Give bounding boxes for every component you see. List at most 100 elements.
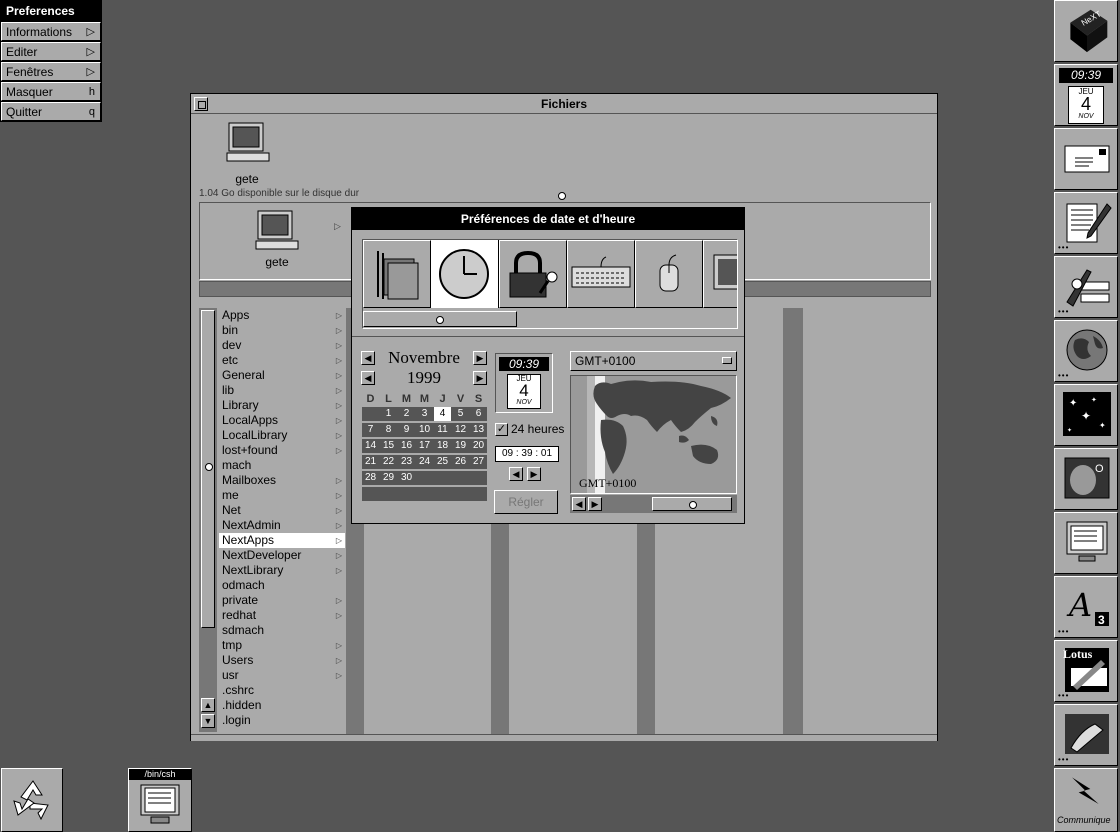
- browser-list-item[interactable]: LocalApps ▷: [219, 413, 345, 428]
- dock-mail[interactable]: [1054, 128, 1118, 190]
- dock-preferences[interactable]: •••: [1054, 256, 1118, 318]
- browser-vertical-scroller[interactable]: ▲ ▼: [199, 308, 217, 732]
- calendar-day[interactable]: 26: [452, 455, 469, 469]
- menu-item-informations[interactable]: Informations ▷: [1, 22, 101, 41]
- browser-list-item[interactable]: mach: [219, 458, 345, 473]
- browser-list-item[interactable]: Mailboxes ▷: [219, 473, 345, 488]
- time-field[interactable]: 09 : 39 : 01: [495, 446, 559, 462]
- next-month-button[interactable]: ▶: [473, 351, 487, 365]
- tool-display[interactable]: [703, 240, 737, 308]
- menu-item-fentres[interactable]: Fenêtres ▷: [1, 62, 101, 81]
- calendar-day[interactable]: 6: [470, 407, 487, 421]
- tool-date-time[interactable]: [431, 240, 499, 308]
- browser-list-item[interactable]: lib ▷: [219, 383, 345, 398]
- time-decrement-button[interactable]: ◀: [509, 467, 523, 481]
- calendar-day[interactable]: 9: [398, 423, 415, 437]
- scroll-down-button[interactable]: ▼: [201, 714, 215, 728]
- world-map[interactable]: GMT+0100: [570, 375, 737, 494]
- resize-bar[interactable]: [191, 734, 937, 741]
- next-year-button[interactable]: ▶: [473, 371, 487, 385]
- browser-list-item[interactable]: dev ▷: [219, 338, 345, 353]
- calendar-day[interactable]: 27: [470, 455, 487, 469]
- calendar-day[interactable]: 11: [434, 423, 451, 437]
- calendar-day-selected[interactable]: 4: [434, 407, 451, 421]
- computer-icon[interactable]: [223, 121, 271, 165]
- terminal-miniwindow[interactable]: /bin/csh: [128, 768, 192, 832]
- browser-list-item[interactable]: NextApps ▷: [219, 533, 345, 548]
- scroll-knob[interactable]: [201, 310, 215, 628]
- browser-list-item[interactable]: etc ▷: [219, 353, 345, 368]
- browser-list-item[interactable]: bin ▷: [219, 323, 345, 338]
- recycler[interactable]: [1, 768, 63, 832]
- browser-list-item[interactable]: .login: [219, 713, 345, 728]
- prev-year-button[interactable]: ◀: [361, 371, 375, 385]
- calendar-day[interactable]: 17: [416, 439, 433, 453]
- timezone-popup[interactable]: GMT+0100: [570, 351, 737, 371]
- calendar-day[interactable]: 18: [434, 439, 451, 453]
- browser-list-item[interactable]: Library ▷: [219, 398, 345, 413]
- time-increment-button[interactable]: ▶: [527, 467, 541, 481]
- dock-stars[interactable]: ✦ ✦ ✦ ✦ ✦: [1054, 384, 1118, 446]
- calendar-day[interactable]: 13: [470, 423, 487, 437]
- column-scroller-5[interactable]: [783, 308, 803, 734]
- shelf-resize-dimple[interactable]: [558, 192, 566, 200]
- browser-list-item[interactable]: me ▷: [219, 488, 345, 503]
- dock-globe[interactable]: •••: [1054, 320, 1118, 382]
- prev-month-button[interactable]: ◀: [361, 351, 375, 365]
- calendar-day[interactable]: 14: [362, 439, 379, 453]
- miniaturize-button[interactable]: [194, 97, 208, 111]
- calendar-day[interactable]: 29: [380, 471, 397, 485]
- browser-list-item[interactable]: NextDeveloper ▷: [219, 548, 345, 563]
- dock-fonts[interactable]: A 3 •••: [1054, 576, 1118, 638]
- calendar-day[interactable]: 16: [398, 439, 415, 453]
- browser-list-item[interactable]: usr ▷: [219, 668, 345, 683]
- browser-list-item[interactable]: Apps ▷: [219, 308, 345, 323]
- menu-item-quitter[interactable]: Quitter q: [1, 102, 101, 121]
- calendar-day[interactable]: 15: [380, 439, 397, 453]
- browser-list-item[interactable]: General ▷: [219, 368, 345, 383]
- map-scroll-knob[interactable]: [652, 497, 732, 511]
- calendar-day[interactable]: 23: [398, 455, 415, 469]
- dock-communique[interactable]: Communique: [1054, 768, 1118, 832]
- calendar-day[interactable]: 3: [416, 407, 433, 421]
- browser-list-item[interactable]: LocalLibrary ▷: [219, 428, 345, 443]
- map-scroll-left-button[interactable]: ◀: [572, 497, 586, 511]
- calendar-day[interactable]: 10: [416, 423, 433, 437]
- set-button[interactable]: Régler: [494, 490, 558, 514]
- calendar-day[interactable]: 20: [470, 439, 487, 453]
- calendar-day[interactable]: 19: [452, 439, 469, 453]
- menu-item-masquer[interactable]: Masquer h: [1, 82, 101, 101]
- browser-list-item[interactable]: lost+found ▷: [219, 443, 345, 458]
- map-scroll-right-button[interactable]: ▶: [588, 497, 602, 511]
- browser-list-item[interactable]: Users ▷: [219, 653, 345, 668]
- browser-list-item[interactable]: private ▷: [219, 593, 345, 608]
- browser-list-item[interactable]: tmp ▷: [219, 638, 345, 653]
- dock-clock[interactable]: 09:39 JEU 4 NOV: [1054, 64, 1118, 126]
- toolbar-scroll-knob[interactable]: [363, 311, 517, 327]
- dock-next-logo[interactable]: NeXT: [1054, 0, 1118, 62]
- calendar-day[interactable]: 2: [398, 407, 415, 421]
- tool-localization[interactable]: [363, 240, 431, 308]
- scroll-up-button[interactable]: ▲: [201, 698, 215, 712]
- calendar-day[interactable]: 21: [362, 455, 379, 469]
- dock-lotus[interactable]: Lotus •••: [1054, 640, 1118, 702]
- calendar-day[interactable]: 8: [380, 423, 397, 437]
- calendar-day[interactable]: 12: [452, 423, 469, 437]
- browser-list-item[interactable]: odmach: [219, 578, 345, 593]
- hours24-checkbox[interactable]: ✓: [495, 423, 508, 436]
- calendar-day[interactable]: 24: [416, 455, 433, 469]
- dock-edit[interactable]: •••: [1054, 192, 1118, 254]
- calendar-day[interactable]: 25: [434, 455, 451, 469]
- browser-list-item[interactable]: .hidden: [219, 698, 345, 713]
- calendar-day[interactable]: 28: [362, 471, 379, 485]
- menu-item-editer[interactable]: Editer ▷: [1, 42, 101, 61]
- dock-portrait[interactable]: O: [1054, 448, 1118, 510]
- calendar-day[interactable]: 30: [398, 471, 415, 485]
- dock-terminal[interactable]: [1054, 512, 1118, 574]
- calendar-day[interactable]: 1: [380, 407, 397, 421]
- browser-list-item[interactable]: sdmach: [219, 623, 345, 638]
- browser-list-item[interactable]: NextLibrary ▷: [219, 563, 345, 578]
- browser-list-item[interactable]: .cshrc: [219, 683, 345, 698]
- tool-keyboard[interactable]: [567, 240, 635, 308]
- path-computer-icon[interactable]: [252, 209, 300, 253]
